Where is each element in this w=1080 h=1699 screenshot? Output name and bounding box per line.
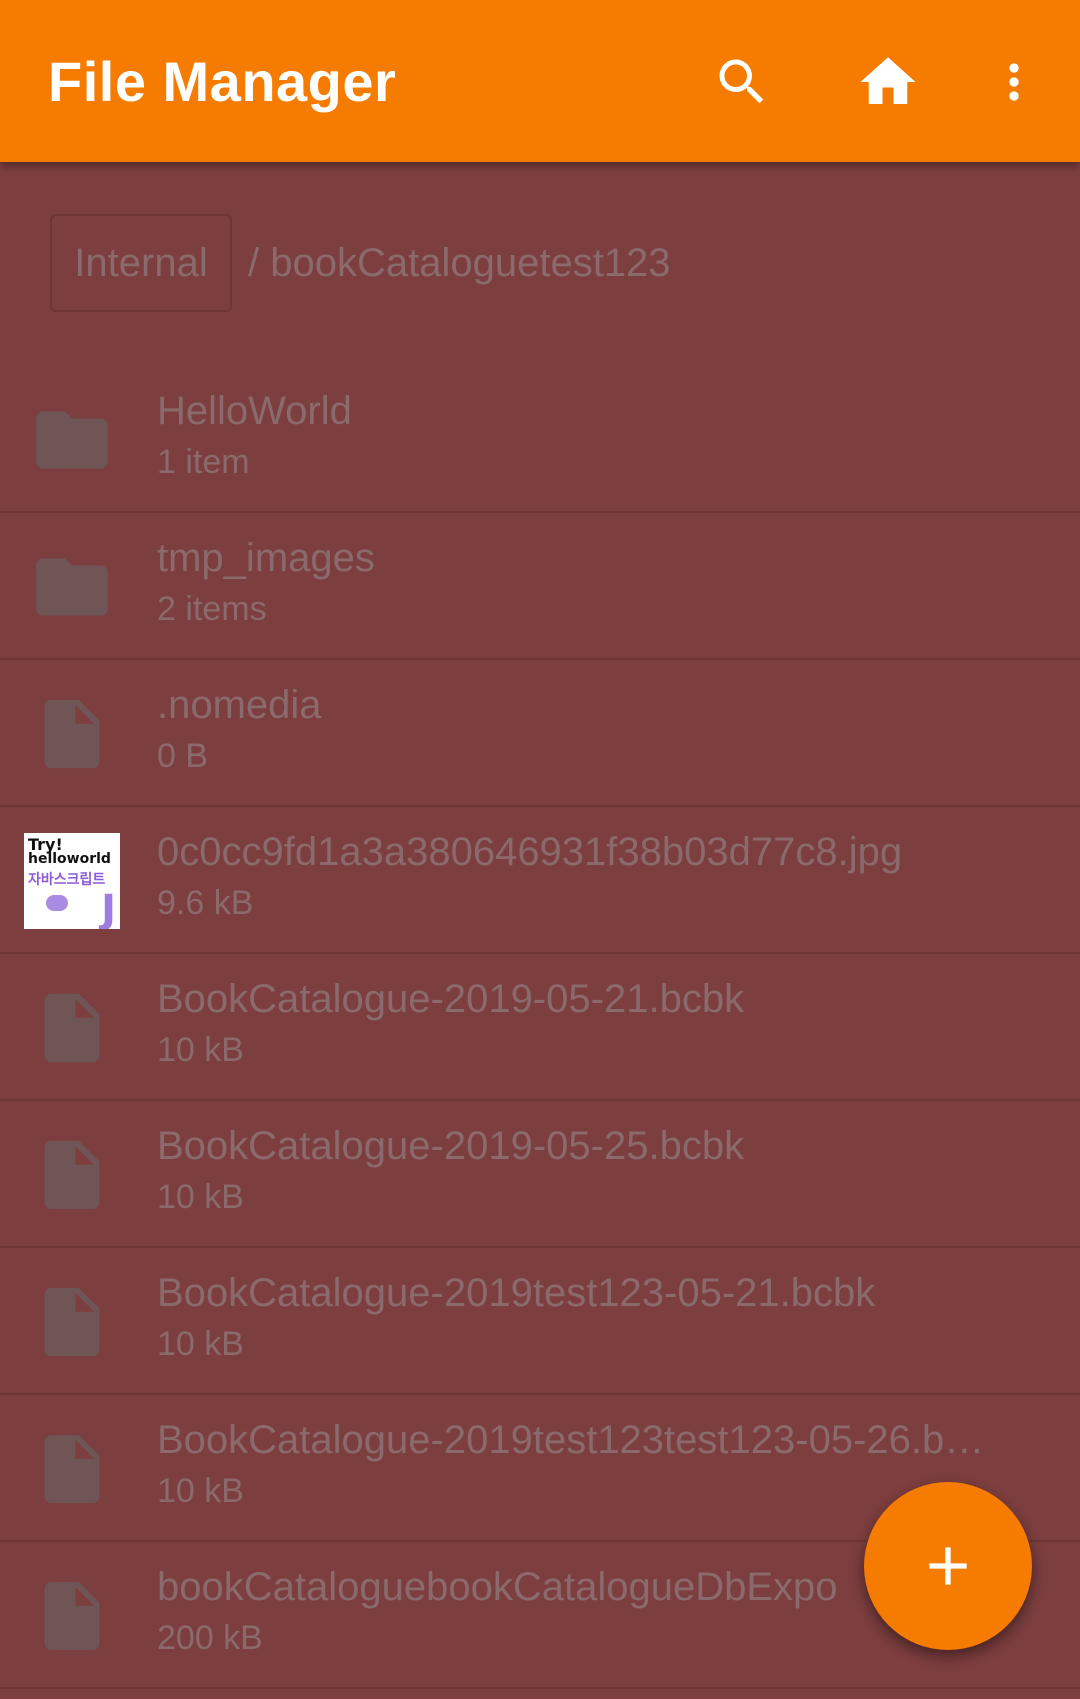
home-button[interactable]: [846, 40, 930, 124]
thumbnail-text: helloworld: [28, 851, 111, 867]
file-icon: [24, 686, 120, 782]
folder-icon: [24, 539, 120, 635]
thumbnail-mark: J: [101, 887, 116, 929]
file-meta: 10 kB: [157, 1031, 244, 1069]
folder-icon: [24, 392, 120, 488]
file-meta: 1 item: [157, 443, 250, 481]
file-icon: [24, 1568, 120, 1664]
list-item-folder[interactable]: tmp_images 2 items: [0, 513, 1080, 660]
file-meta: 10 kB: [157, 1325, 244, 1363]
breadcrumb-current-path[interactable]: / bookCataloguetest123: [248, 238, 671, 288]
file-name: 0c0cc9fd1a3a380646931f38b03d77c8.jpg: [157, 830, 903, 874]
image-thumbnail: Try! helloworld 자바스크립트 J: [24, 833, 120, 929]
file-name: .nomedia: [157, 683, 322, 727]
home-icon: [860, 57, 916, 104]
breadcrumb: Internal / bookCataloguetest123: [0, 162, 1080, 366]
list-item-image[interactable]: Try! helloworld 자바스크립트 J 0c0cc9fd1a3a380…: [0, 807, 1080, 954]
file-name: BookCatalogue-2019test123test123-05-26.b…: [157, 1418, 985, 1462]
file-meta: 0 B: [157, 737, 209, 775]
thumbnail-bubble: [46, 895, 68, 911]
list-item-file[interactable]: .nomedia 0 B: [0, 660, 1080, 807]
add-icon: [929, 1547, 967, 1585]
file-meta: 9.6 kB: [157, 884, 254, 922]
file-icon: [24, 980, 120, 1076]
more-vert-icon: [1009, 63, 1019, 101]
breadcrumb-root-internal[interactable]: Internal: [50, 214, 232, 312]
file-icon: [24, 1127, 120, 1223]
file-name: BookCatalogue-2019test123-05-21.bcbk: [157, 1271, 876, 1315]
app-title: File Manager: [48, 50, 397, 113]
file-manager-screen: File Manager Internal / bookCataloguetes…: [0, 0, 1080, 1699]
search-icon: [719, 59, 764, 104]
thumbnail-text: 자바스크립트: [28, 872, 106, 888]
file-meta: 10 kB: [157, 1178, 244, 1216]
search-button[interactable]: [700, 40, 784, 124]
app-toolbar: File Manager: [0, 0, 1080, 162]
file-name: HelloWorld: [157, 389, 352, 433]
file-name: BookCatalogue-2019-05-21.bcbk: [157, 977, 745, 1021]
file-meta: 10 kB: [157, 1472, 244, 1510]
file-name: BookCatalogue-2019-05-25.bcbk: [157, 1124, 745, 1168]
more-options-button[interactable]: [972, 40, 1056, 124]
list-item-folder[interactable]: HelloWorld 1 item: [0, 366, 1080, 513]
list-item-file[interactable]: BookCatalogue-2019test123-05-21.bcbk 10 …: [0, 1248, 1080, 1395]
list-item-file[interactable]: BookCatalogue-2019-05-25.bcbk 10 kB: [0, 1101, 1080, 1248]
file-name: tmp_images: [157, 536, 375, 580]
file-meta: 2 items: [157, 590, 267, 628]
list-item-file[interactable]: BookCatalogue-2019-05-21.bcbk 10 kB: [0, 954, 1080, 1101]
file-icon: [24, 1274, 120, 1370]
add-button[interactable]: [864, 1482, 1032, 1650]
file-meta: 200 kB: [157, 1619, 263, 1657]
file-icon: [24, 1421, 120, 1517]
